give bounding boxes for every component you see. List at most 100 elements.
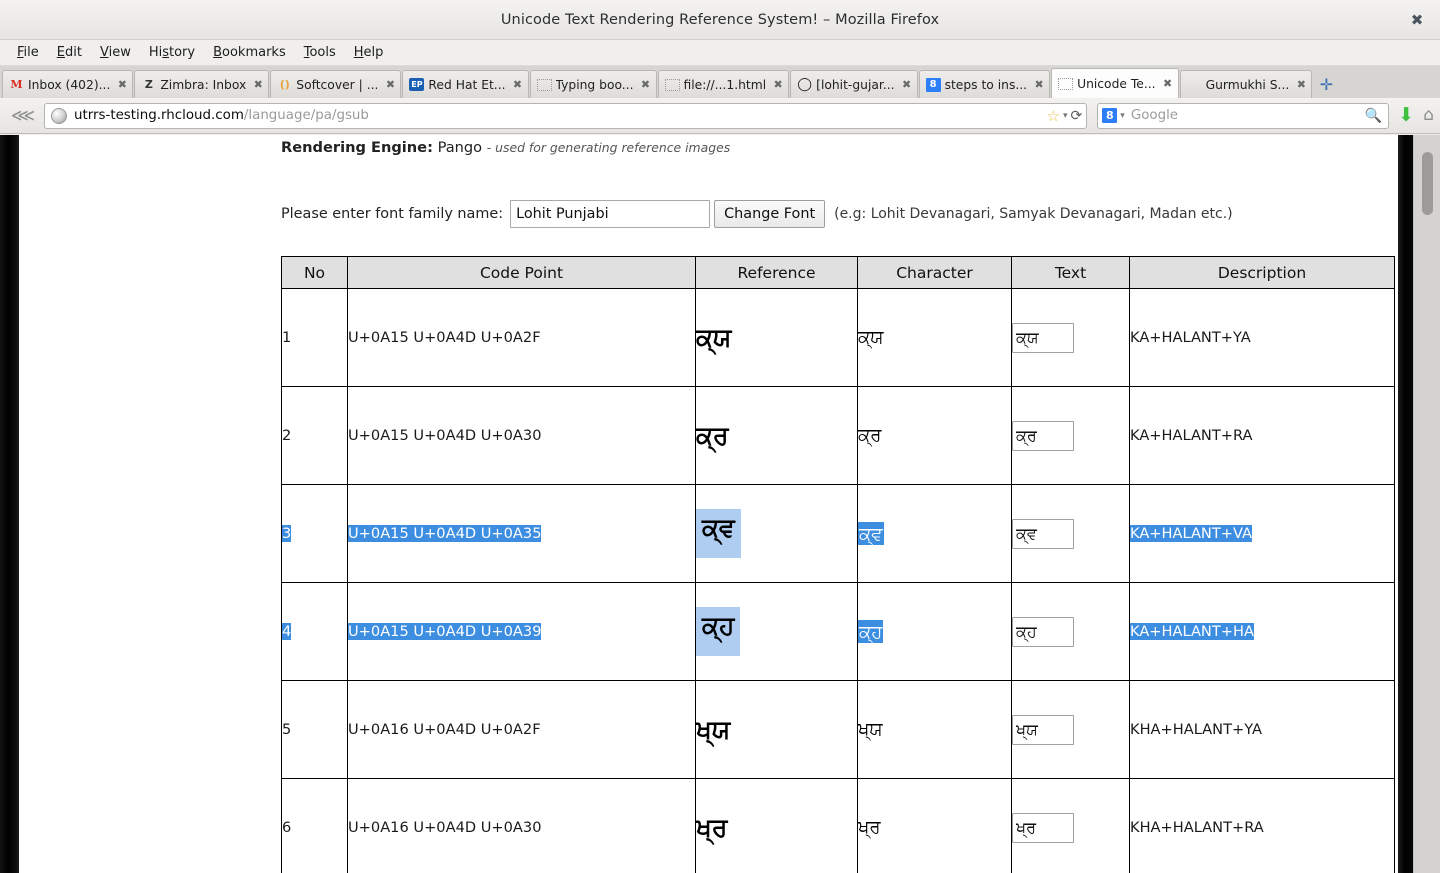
cell-description: KA+HALANT+YA (1129, 288, 1395, 387)
browser-tab-6[interactable]: ◯ [lohit-gujar... ✖ (790, 70, 918, 98)
search-engine-icon[interactable]: 8 (1102, 108, 1118, 123)
reload-icon[interactable]: ⟳ (1071, 108, 1083, 124)
browser-tab-3[interactable]: EP Red Hat Et... ✖ (402, 70, 529, 98)
glyph-text-input[interactable] (1012, 616, 1074, 647)
font-family-hint: (e.g: Lohit Devanagari, Samyak Devanagar… (834, 206, 1233, 222)
home-icon[interactable]: ⌂ (1423, 107, 1434, 124)
blank-favicon (1058, 77, 1074, 90)
browser-tab-label: Zimbra: Inbox (160, 77, 247, 92)
cell-text (1011, 778, 1130, 873)
url-bar-actions: ☆ ▾ ⟳ (1039, 107, 1083, 125)
table-row: 2 U+0A15 U+0A4D U+0A30 ਕ੍ਰ ਕ੍ਰ KA+HALANT+RA (281, 386, 1395, 485)
new-tab-icon[interactable]: ✛ (1313, 70, 1339, 98)
viewport-left-bezel (0, 135, 19, 873)
row-number: 3 (282, 525, 292, 542)
menu-item-file[interactable]: File (8, 43, 48, 62)
glyph-text-input[interactable] (1012, 518, 1074, 549)
menu-item-view[interactable]: View (91, 43, 140, 62)
tab-close-icon[interactable]: ✖ (901, 78, 913, 91)
cell-text (1011, 582, 1130, 681)
glyph-text-input[interactable] (1012, 322, 1074, 353)
close-window-icon[interactable]: ✖ (1404, 7, 1430, 33)
glyph-text-input[interactable] (1012, 420, 1074, 451)
font-family-input[interactable] (510, 200, 711, 228)
cell-code-point: U+0A15 U+0A4D U+0A39 (347, 582, 696, 681)
change-font-button[interactable]: Change Font (714, 200, 826, 228)
code-point-text: U+0A16 U+0A4D U+0A2F (348, 721, 541, 738)
bookmark-star-icon[interactable]: ☆ (1047, 107, 1060, 125)
downloads-icon[interactable]: ⬇ (1398, 106, 1414, 125)
back-forward-icon[interactable]: ⋘ (6, 103, 40, 129)
description-text: KA+HALANT+RA (1130, 427, 1253, 444)
table-row: 4 U+0A15 U+0A4D U+0A39 ਕ੍ਹ ਕ੍ਹ KA+HALANT+HA (281, 582, 1395, 681)
cell-text (1011, 680, 1130, 779)
menu-item-bookmarks[interactable]: Bookmarks (204, 43, 295, 62)
search-bar[interactable]: 8 ▾ Google 🔍 (1097, 102, 1390, 129)
url-path: /language/pa/gsub (243, 108, 369, 123)
cell-character: ਕ੍ਵ (857, 484, 1012, 583)
tab-close-icon[interactable]: ✖ (640, 78, 652, 91)
tab-close-icon[interactable]: ✖ (252, 78, 264, 91)
url-text: utrrs-testing.rhcloud.com/language/pa/gs… (74, 108, 369, 123)
glyph-text-input[interactable] (1012, 714, 1074, 745)
search-input[interactable]: Google (1131, 108, 1365, 123)
tab-close-icon[interactable]: ✖ (1033, 78, 1045, 91)
cell-code-point: U+0A15 U+0A4D U+0A2F (347, 288, 696, 387)
chevron-down-icon[interactable]: ▾ (1063, 111, 1068, 121)
browser-tab-7[interactable]: 8 steps to ins... ✖ (918, 70, 1051, 98)
tab-close-icon[interactable]: ✖ (1162, 77, 1174, 90)
rendering-engine-label: Rendering Engine: (281, 139, 433, 156)
cell-code-point: U+0A15 U+0A4D U+0A35 (347, 484, 696, 583)
site-identity-icon[interactable] (51, 107, 67, 124)
table-header-description: Description (1129, 256, 1395, 289)
cell-reference: ਕ੍ਰ (695, 386, 858, 485)
reference-glyph-image: ਕ੍ਵ (696, 509, 741, 558)
reference-glyph-image: ਖ੍ਯ (696, 715, 731, 744)
browser-tab-label: Unicode Te... (1077, 76, 1156, 91)
rendering-engine-value: Pango (437, 139, 483, 156)
browser-tab-label: steps to ins... (944, 77, 1028, 92)
browser-tab-label: Gurmukhi S... (1205, 77, 1290, 92)
browser-tab-0[interactable]: M Inbox (402)... ✖ (2, 70, 134, 98)
code-point-text: U+0A15 U+0A4D U+0A30 (348, 427, 542, 444)
cell-description: KHA+HALANT+RA (1129, 778, 1395, 873)
cell-description: KA+HALANT+HA (1129, 582, 1395, 681)
browser-tab-1[interactable]: Z Zimbra: Inbox ✖ (134, 70, 270, 98)
cell-character: ਕ੍ਹ (857, 582, 1012, 681)
url-bar[interactable]: utrrs-testing.rhcloud.com/language/pa/gs… (44, 102, 1088, 129)
browser-tab-4[interactable]: Typing boo... ✖ (529, 70, 657, 98)
cell-reference: ਖ੍ਰ (695, 778, 858, 873)
search-go-icon[interactable]: 🔍 (1365, 108, 1382, 124)
character-glyph: ਕ੍ਹ (858, 619, 884, 644)
table-header-character: Character (857, 256, 1012, 289)
reference-glyph-image: ਕ੍ਹ (696, 607, 741, 656)
browser-tab-2[interactable]: () Softcover | ... ✖ (270, 70, 402, 98)
menu-item-history[interactable]: History (140, 43, 204, 62)
glyph-text-input[interactable] (1012, 812, 1074, 843)
menu-item-tools[interactable]: Tools (295, 43, 345, 62)
row-number: 5 (282, 721, 292, 738)
browser-tab-8[interactable]: Unicode Te... ✖ (1051, 68, 1179, 98)
tab-bar: M Inbox (402)... ✖ Z Zimbra: Inbox ✖ () Softcov… (0, 66, 1440, 98)
table-row: 3 U+0A15 U+0A4D U+0A35 ਕ੍ਵ ਕ੍ਵ KA+HALANT+VA (281, 484, 1395, 583)
browser-tab-label: [lohit-gujar... (816, 77, 895, 92)
tab-close-icon[interactable]: ✖ (772, 78, 784, 91)
tab-close-icon[interactable]: ✖ (512, 78, 524, 91)
table-row: 5 U+0A16 U+0A4D U+0A2F ਖ੍ਯ ਖ੍ਯ KHA+HALANT+YA (281, 680, 1395, 779)
cell-reference: ਕ੍ਯ (695, 288, 858, 387)
zimbra-favicon: Z (144, 78, 153, 91)
reference-glyph-image: ਖ੍ਰ (696, 813, 728, 842)
menu-item-help[interactable]: Help (345, 43, 393, 62)
browser-tab-9[interactable]: Gurmukhi S... ✖ (1179, 70, 1313, 98)
browser-tab-5[interactable]: file://...1.html ✖ (657, 70, 790, 98)
menu-item-edit[interactable]: Edit (48, 43, 91, 62)
search-engine-chevron-icon[interactable]: ▾ (1120, 111, 1125, 121)
cell-reference: ਕ੍ਵ (695, 484, 858, 583)
tab-close-icon[interactable]: ✖ (116, 78, 128, 91)
tab-close-icon[interactable]: ✖ (1295, 78, 1307, 91)
tab-close-icon[interactable]: ✖ (384, 78, 396, 91)
scrollbar-thumb[interactable] (1422, 152, 1433, 215)
description-text: KHA+HALANT+RA (1130, 819, 1264, 836)
vertical-scrollbar[interactable] (1413, 135, 1440, 873)
redhat-favicon: EP (409, 78, 425, 91)
